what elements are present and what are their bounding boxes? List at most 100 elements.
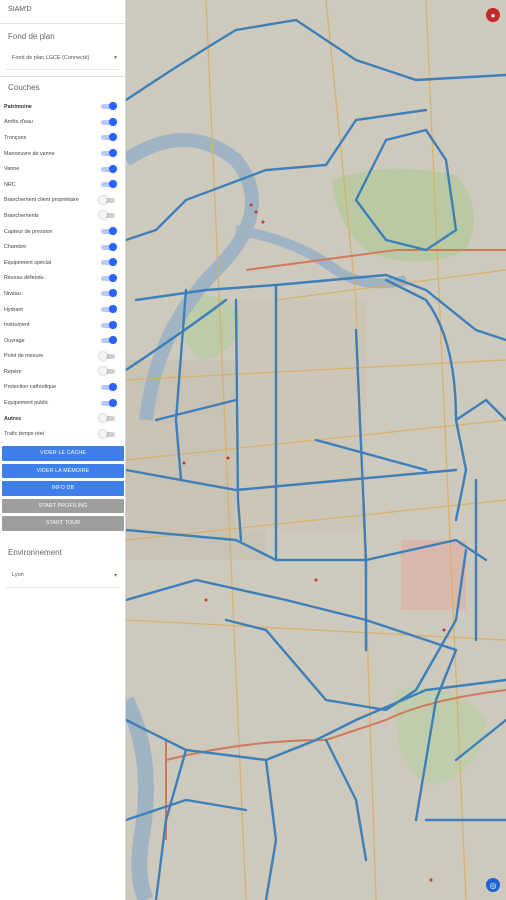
layer-row[interactable]: Chambre	[0, 239, 125, 255]
layer-toggle[interactable]	[99, 195, 115, 204]
layer-toggle[interactable]	[101, 289, 117, 298]
layer-toggle[interactable]	[101, 180, 117, 189]
map-marker-icon[interactable]: ●	[486, 8, 500, 22]
toggle-knob	[99, 414, 107, 423]
chevron-down-icon: ▾	[113, 572, 117, 579]
layer-row[interactable]: Réseau défendu	[0, 271, 125, 287]
layer-label: Branchements	[4, 212, 39, 219]
layer-toggle[interactable]	[101, 164, 117, 173]
environment-select-value: Lyon	[12, 572, 24, 579]
app-title: SIAM'D	[0, 0, 125, 24]
layer-row[interactable]: Autres	[0, 411, 125, 427]
layer-row[interactable]: Hydrant	[0, 302, 125, 318]
layer-label: Trafic temps réel	[4, 431, 44, 438]
start-profiling-button[interactable]: START PROFILING	[2, 498, 124, 514]
clear-cache-button[interactable]: VIDER LE CACHE	[2, 446, 124, 461]
toggle-knob	[109, 227, 117, 236]
layer-toggle[interactable]	[101, 117, 117, 126]
environment-heading: Environnement	[8, 547, 62, 557]
layer-toggle[interactable]	[101, 320, 117, 329]
map-canvas[interactable]	[126, 0, 506, 900]
layer-label: Réseau défendu	[4, 275, 44, 282]
toggle-knob	[109, 149, 117, 158]
layer-row[interactable]: Instrument	[0, 317, 125, 333]
layer-row[interactable]: Arrêts d'eau	[0, 115, 125, 131]
layer-row[interactable]: Protection cathodique	[0, 380, 125, 396]
layer-label: Hydrant	[4, 306, 23, 313]
layer-row[interactable]: Patrimoine	[0, 99, 125, 115]
toggle-knob	[109, 242, 117, 251]
layer-toggle[interactable]	[99, 414, 115, 423]
layer-list: Patrimoine Arrêts d'eau Tronçons Manoeuvre …	[0, 99, 125, 442]
layer-toggle[interactable]	[99, 351, 115, 360]
toggle-knob	[109, 164, 117, 173]
layer-toggle[interactable]	[99, 211, 115, 220]
layer-label: Manoeuvre de vanne	[4, 150, 55, 157]
toggle-knob	[109, 289, 117, 298]
layer-toggle[interactable]	[101, 149, 117, 158]
map-view[interactable]: ● ◎	[126, 0, 506, 900]
toggle-knob	[109, 117, 117, 126]
toggle-knob	[99, 211, 107, 220]
start-tour-button[interactable]: START TOUR	[2, 516, 124, 531]
layer-toggle[interactable]	[101, 398, 117, 407]
layer-toggle[interactable]	[101, 133, 117, 142]
layer-row[interactable]: Équipement spécial	[0, 255, 125, 271]
toggle-knob	[109, 305, 117, 314]
layer-label: Patrimoine	[4, 103, 32, 110]
toggle-knob	[109, 382, 117, 391]
toggle-knob	[99, 195, 107, 204]
basemap-select-value: Fond de plan LGCE (Connecté)	[12, 54, 90, 61]
sidebar: SIAM'D Fond de plan Fond de plan LGCE (C…	[0, 0, 126, 900]
basemap-select[interactable]: Fond de plan LGCE (Connecté) ▾	[6, 46, 119, 70]
layer-toggle[interactable]	[101, 305, 117, 314]
toggle-knob	[109, 258, 117, 267]
layer-row[interactable]: Branchement client propriétaire	[0, 193, 125, 209]
layer-row[interactable]: Point de mesure	[0, 349, 125, 365]
layer-label: Instrument	[4, 322, 30, 329]
toggle-knob	[109, 180, 117, 189]
locate-icon[interactable]: ◎	[486, 878, 500, 892]
layer-row[interactable]: Manoeuvre de vanne	[0, 146, 125, 162]
layer-toggle[interactable]	[101, 258, 117, 267]
layer-label: Niveau	[4, 290, 21, 297]
toggle-knob	[109, 398, 117, 407]
layer-toggle[interactable]	[101, 242, 117, 251]
layer-row[interactable]: Équipement public	[0, 395, 125, 411]
layer-label: Équipement public	[4, 400, 49, 407]
layer-row[interactable]: Ouvrage	[0, 333, 125, 349]
toggle-knob	[109, 133, 117, 142]
layer-row[interactable]: Capteur de pression	[0, 224, 125, 240]
layer-toggle[interactable]	[99, 429, 115, 438]
chevron-down-icon: ▾	[113, 55, 117, 61]
layer-label: Tronçons	[4, 134, 27, 141]
layer-row[interactable]: NRC	[0, 177, 125, 193]
layer-row[interactable]: Tronçons	[0, 130, 125, 146]
layer-row[interactable]: Repère	[0, 364, 125, 380]
toggle-knob	[99, 351, 107, 360]
layer-toggle[interactable]	[101, 273, 117, 282]
environment-select[interactable]: Lyon ▾	[6, 564, 119, 588]
layer-toggle[interactable]	[101, 336, 117, 345]
layer-toggle[interactable]	[101, 102, 117, 111]
toggle-knob	[109, 336, 117, 345]
layer-row[interactable]: Vanne	[0, 161, 125, 177]
layer-toggle[interactable]	[101, 227, 117, 236]
clear-memory-button[interactable]: VIDER LA MÉMOIRE	[2, 463, 124, 479]
layer-row[interactable]: Branchements	[0, 208, 125, 224]
layer-label: NRC	[4, 181, 16, 188]
layer-toggle[interactable]	[101, 382, 117, 391]
layer-row[interactable]: Trafic temps réel	[0, 426, 125, 442]
layer-row[interactable]: Niveau	[0, 286, 125, 302]
toggle-knob	[109, 320, 117, 329]
layer-label: Vanne	[4, 166, 20, 173]
basemap-heading: Fond de plan	[8, 32, 55, 41]
info-db-button[interactable]: INFO DB	[2, 481, 124, 496]
layer-toggle[interactable]	[99, 367, 115, 376]
toggle-knob	[99, 429, 107, 438]
layer-label: Capteur de pression	[4, 228, 53, 235]
layer-label: Équipement spécial	[4, 259, 52, 266]
layer-label: Autres	[4, 415, 22, 422]
layer-label: Protection cathodique	[4, 384, 57, 391]
layer-label: Arrêts d'eau	[4, 119, 33, 126]
